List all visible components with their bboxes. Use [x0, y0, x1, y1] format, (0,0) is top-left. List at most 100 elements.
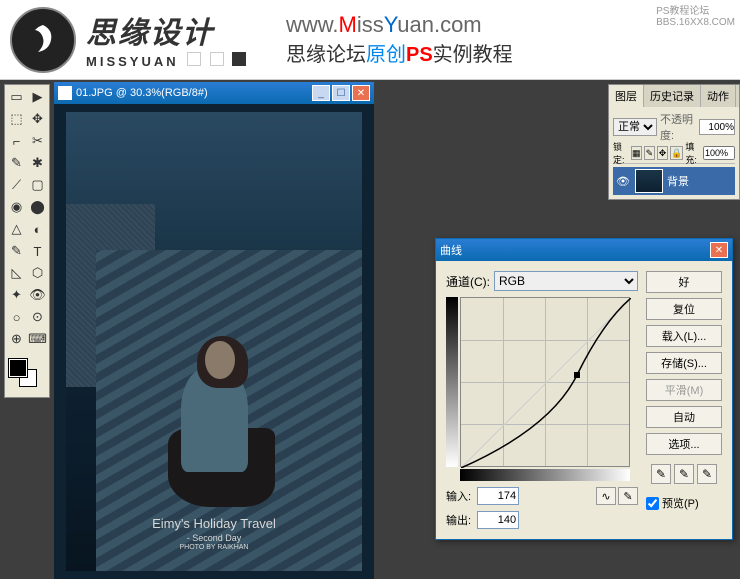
- tool-button[interactable]: ✱: [27, 152, 48, 174]
- curve-grid[interactable]: [460, 297, 630, 467]
- window-buttons: _ ☐ ✕: [312, 85, 370, 101]
- site-url: www.MissYuan.com: [286, 12, 513, 38]
- document-titlebar[interactable]: 01.JPG @ 30.3%(RGB/8#) _ ☐ ✕: [54, 82, 374, 104]
- tool-button[interactable]: △: [6, 218, 27, 240]
- smooth-button: 平滑(M): [646, 379, 722, 401]
- tool-button[interactable]: ○: [6, 306, 27, 328]
- curves-titlebar[interactable]: 曲线 ✕: [436, 239, 732, 261]
- tab-layers[interactable]: 图层: [609, 85, 644, 107]
- layer-item-background[interactable]: 👁 背景: [613, 167, 735, 195]
- input-field[interactable]: [477, 487, 519, 505]
- curves-title: 曲线: [440, 242, 710, 258]
- tool-button[interactable]: ⬚: [6, 108, 27, 130]
- tool-button[interactable]: ✎: [6, 152, 27, 174]
- lock-transparency-icon[interactable]: ▦: [631, 146, 642, 160]
- close-button[interactable]: ✕: [352, 85, 370, 101]
- tool-button[interactable]: ◉: [6, 196, 27, 218]
- tool-button[interactable]: ▶: [27, 86, 48, 108]
- color-swatches[interactable]: [6, 356, 48, 396]
- opacity-label: 不透明度:: [660, 111, 696, 143]
- horizontal-gradient: [460, 469, 630, 481]
- tool-button[interactable]: ✂: [27, 130, 48, 152]
- curves-body: 通道(C): RGB: [436, 261, 732, 539]
- channel-row: 通道(C): RGB: [446, 271, 638, 291]
- curve-pencil-tool-icon[interactable]: ✎: [618, 487, 638, 505]
- reset-button[interactable]: 复位: [646, 298, 722, 320]
- lock-all-icon[interactable]: 🔒: [670, 146, 683, 160]
- white-eyedropper-icon[interactable]: ✎: [697, 464, 717, 484]
- output-field[interactable]: [477, 511, 519, 529]
- foreground-color-swatch[interactable]: [9, 359, 27, 377]
- tool-button[interactable]: ◺: [6, 262, 27, 284]
- save-button[interactable]: 存储(S)...: [646, 352, 722, 374]
- tool-button[interactable]: ▭: [6, 86, 27, 108]
- output-label: 输出:: [446, 512, 471, 528]
- document-icon: [58, 86, 72, 100]
- panel-tabs: 图层 历史记录 动作: [609, 85, 739, 107]
- eyedropper-row: ✎ ✎ ✎: [646, 464, 722, 484]
- load-button[interactable]: 载入(L)...: [646, 325, 722, 347]
- lock-move-icon[interactable]: ✥: [657, 146, 668, 160]
- curves-buttons: 好 复位 载入(L)... 存储(S)... 平滑(M) 自动 选项... ✎ …: [646, 271, 722, 529]
- preview-checkbox-row[interactable]: 预览(P): [646, 495, 722, 511]
- tool-button[interactable]: ✦: [6, 284, 27, 306]
- tool-button[interactable]: ⊕: [6, 328, 27, 350]
- black-eyedropper-icon[interactable]: ✎: [651, 464, 671, 484]
- blend-mode-select[interactable]: 正常: [613, 118, 657, 136]
- lock-brush-icon[interactable]: ✎: [644, 146, 655, 160]
- curves-dialog: 曲线 ✕ 通道(C): RGB: [435, 238, 733, 540]
- ok-button[interactable]: 好: [646, 271, 722, 293]
- opacity-field[interactable]: [699, 119, 735, 135]
- tool-button[interactable]: ✥: [27, 108, 48, 130]
- lock-row: 锁定: ▦ ✎ ✥ 🔒 填充:: [613, 146, 735, 164]
- restore-button[interactable]: ☐: [332, 85, 350, 101]
- tool-button[interactable]: ⬤: [27, 196, 48, 218]
- curve-area: [446, 297, 638, 467]
- minimize-button[interactable]: _: [312, 85, 330, 101]
- photo-figure: [155, 332, 288, 506]
- channel-select[interactable]: RGB: [494, 271, 638, 291]
- tool-button[interactable]: ▢: [27, 174, 48, 196]
- logo-badge: [10, 7, 76, 73]
- toolbox: ▭▶⬚✥⌐✂✎✱⟋▢◉⬤△◐✎T◺⬡✦👁○⊙⊕⌨: [4, 84, 50, 398]
- tab-actions[interactable]: 动作: [701, 85, 736, 107]
- preview-checkbox[interactable]: [646, 497, 659, 510]
- curves-close-button[interactable]: ✕: [710, 242, 728, 258]
- tool-button[interactable]: 👁: [27, 284, 48, 306]
- photo-caption: Eimy's Holiday Travel - Second Day PHOTO…: [66, 516, 362, 551]
- tool-button[interactable]: ✎: [6, 240, 27, 262]
- layers-panel: 图层 历史记录 动作 正常 不透明度: 锁定: ▦ ✎ ✥ 🔒 填充: 👁: [608, 84, 740, 200]
- tab-history[interactable]: 历史记录: [644, 85, 701, 107]
- logo-english-row: MISSYUAN: [86, 52, 246, 71]
- tool-button[interactable]: ⌨: [27, 328, 48, 350]
- lock-label: 锁定:: [613, 146, 629, 160]
- gray-eyedropper-icon[interactable]: ✎: [674, 464, 694, 484]
- input-label: 输入:: [446, 488, 471, 504]
- watermark: PS教程论坛 BBS.16XX8.COM: [656, 2, 735, 28]
- auto-button[interactable]: 自动: [646, 406, 722, 428]
- layer-thumbnail[interactable]: [635, 169, 663, 193]
- blend-row: 正常 不透明度:: [613, 111, 735, 143]
- visibility-eye-icon[interactable]: 👁: [615, 173, 631, 189]
- tool-button[interactable]: ⬡: [27, 262, 48, 284]
- tool-button[interactable]: T: [27, 240, 48, 262]
- document-window: 01.JPG @ 30.3%(RGB/8#) _ ☐ ✕ Eimy's H: [54, 82, 374, 579]
- curve-tool-icons: ∿ ✎: [596, 487, 638, 505]
- layers-body: 正常 不透明度: 锁定: ▦ ✎ ✥ 🔒 填充: 👁 背景: [609, 107, 739, 199]
- tool-button[interactable]: ⟋: [6, 174, 27, 196]
- curves-left: 通道(C): RGB: [446, 271, 638, 529]
- site-subtitle: 思缘论坛原创PS实例教程: [286, 38, 513, 67]
- document-canvas[interactable]: Eimy's Holiday Travel - Second Day PHOTO…: [54, 104, 374, 579]
- url-area: www.MissYuan.com 思缘论坛原创PS实例教程: [286, 12, 513, 67]
- input-row: 输入: ∿ ✎: [446, 487, 638, 505]
- logo-swirl-icon: [23, 20, 63, 60]
- fill-field[interactable]: [703, 146, 735, 160]
- tool-button[interactable]: ⌐: [6, 130, 27, 152]
- curve-point-tool-icon[interactable]: ∿: [596, 487, 616, 505]
- output-row: 输出:: [446, 511, 638, 529]
- logo-square-dark: [232, 52, 246, 66]
- tool-button[interactable]: ⊙: [27, 306, 48, 328]
- logo-text: 思缘设计 MISSYUAN: [86, 8, 246, 71]
- options-button[interactable]: 选项...: [646, 433, 722, 455]
- tool-button[interactable]: ◐: [27, 218, 48, 240]
